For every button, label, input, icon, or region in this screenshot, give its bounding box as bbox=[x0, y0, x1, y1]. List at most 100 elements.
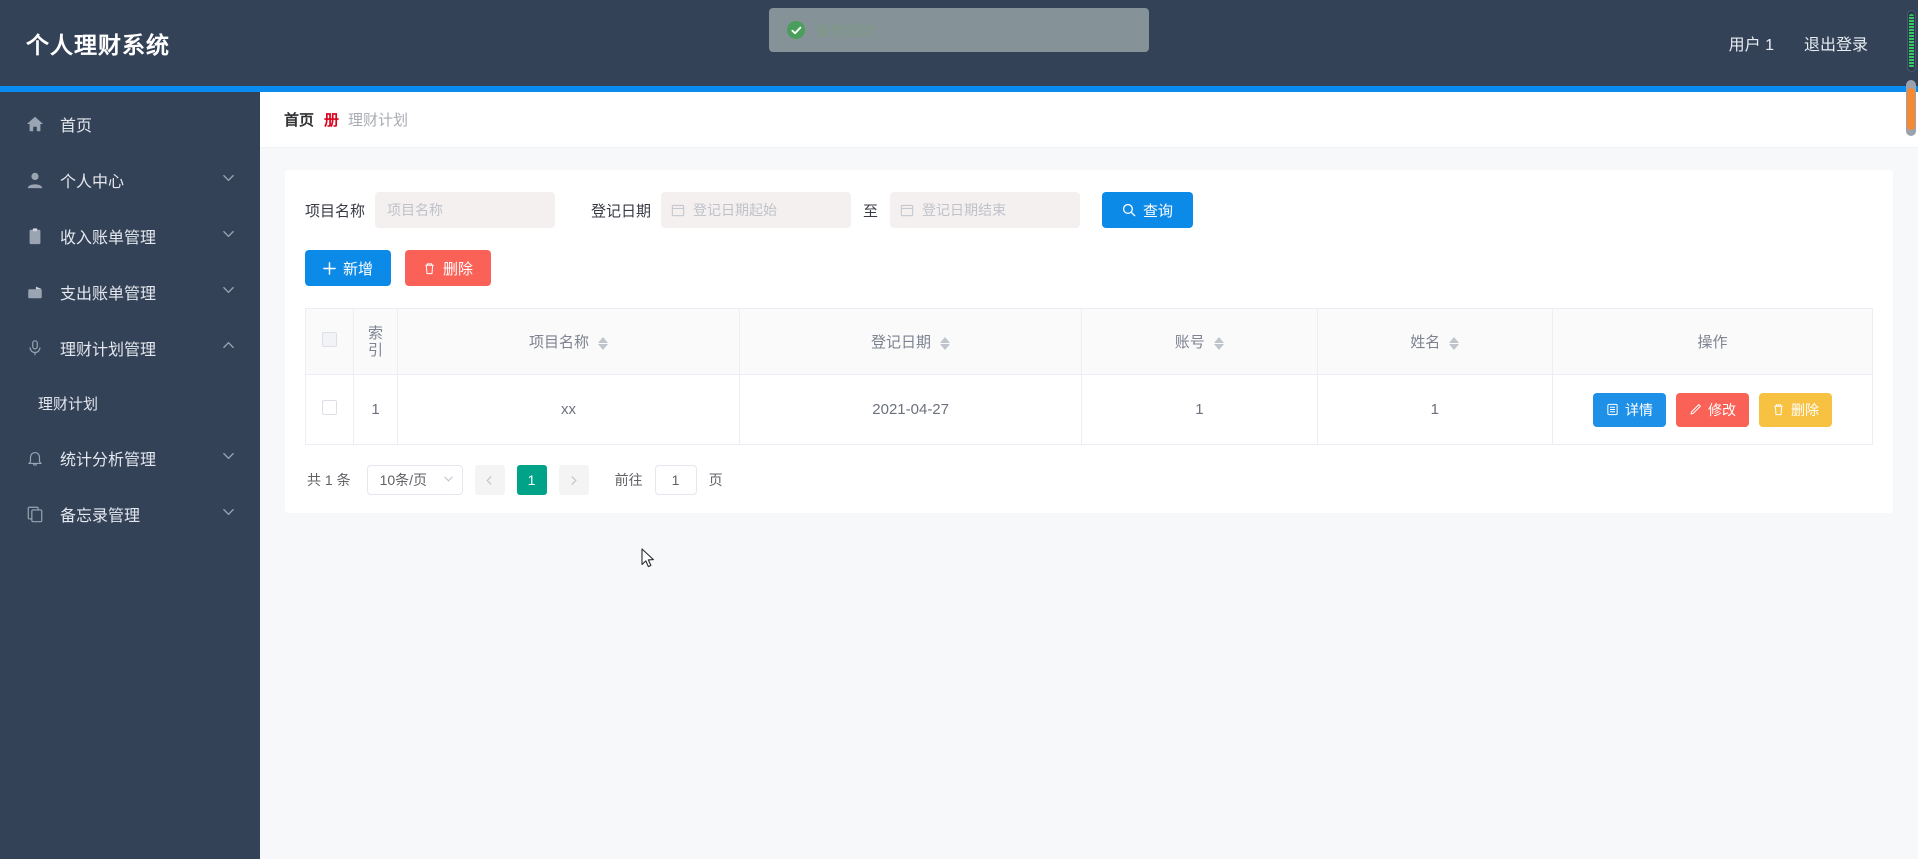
success-toast: 操作成功 bbox=[769, 8, 1149, 52]
breadcrumb-home[interactable]: 首页 bbox=[284, 109, 314, 130]
header-scrollbar-thumb[interactable] bbox=[1909, 14, 1914, 68]
pagination-total: 共 1 条 bbox=[307, 472, 351, 488]
add-button[interactable]: 新增 bbox=[305, 250, 392, 286]
table-header-index: 索引 bbox=[353, 308, 398, 375]
row-operations-cell: 详情 修改 删除 bbox=[1552, 374, 1873, 445]
trash-icon bbox=[423, 262, 436, 275]
project-name-input[interactable] bbox=[375, 192, 556, 228]
header-user-area: 用户 1 退出登录 bbox=[1729, 31, 1892, 55]
edit-button[interactable]: 修改 bbox=[1676, 392, 1749, 427]
batch-delete-button-label: 删除 bbox=[443, 260, 474, 278]
chevron-up-icon bbox=[222, 339, 236, 357]
delete-row-button[interactable]: 删除 bbox=[1759, 392, 1832, 427]
row-project-name: xx bbox=[397, 374, 741, 445]
pagination-jump-suffix: 页 bbox=[708, 472, 723, 488]
filter-bar: 项目名称 登记日期 登记日期起始 至 登记日期结束 查询 bbox=[305, 192, 1873, 228]
date-start-input[interactable]: 登记日期起始 bbox=[661, 192, 852, 228]
table-header-account-label: 账号 bbox=[1174, 334, 1205, 351]
sidebar-item-memo[interactable]: 备忘录管理 bbox=[0, 486, 260, 542]
chevron-down-icon bbox=[222, 171, 236, 189]
sidebar-item-statistics[interactable]: 统计分析管理 bbox=[0, 430, 260, 486]
bell-icon bbox=[24, 447, 46, 469]
sidebar-item-expense-bills[interactable]: 支出账单管理 bbox=[0, 264, 260, 320]
table-body: 1 xx 2021-04-27 1 1 详情 修改 删除 bbox=[305, 374, 1873, 445]
date-range-separator: 至 bbox=[863, 202, 879, 220]
sidebar-item-income-bills[interactable]: 收入账单管理 bbox=[0, 208, 260, 264]
chevron-down-icon bbox=[443, 473, 454, 487]
chevron-left-icon bbox=[484, 475, 495, 486]
sort-arrows-icon[interactable] bbox=[1449, 336, 1460, 350]
calendar-icon bbox=[671, 203, 685, 217]
row-register-date: 2021-04-27 bbox=[739, 374, 1083, 445]
table-header-register-date[interactable]: 登记日期 bbox=[739, 308, 1083, 375]
chevron-right-icon bbox=[568, 475, 579, 486]
row-account: 1 bbox=[1081, 374, 1318, 445]
add-button-label: 新增 bbox=[343, 260, 374, 278]
sidebar-subitem-finance-plan[interactable]: 理财计划 bbox=[0, 376, 260, 430]
table-row: 1 xx 2021-04-27 1 1 详情 修改 删除 bbox=[305, 374, 1873, 445]
content-panel: 项目名称 登记日期 登记日期起始 至 登记日期结束 查询 bbox=[285, 170, 1893, 513]
current-user-label[interactable]: 用户 1 bbox=[1729, 31, 1774, 55]
sidebar-item-label: 统计分析管理 bbox=[60, 452, 157, 469]
date-start-placeholder: 登记日期起始 bbox=[693, 202, 778, 218]
sidebar-item-finance-plan-management[interactable]: 理财计划管理 bbox=[0, 320, 260, 376]
page-size-select[interactable]: 10条/页 bbox=[366, 465, 463, 495]
table-header-name[interactable]: 姓名 bbox=[1317, 308, 1554, 375]
delete-row-button-label: 删除 bbox=[1791, 401, 1819, 418]
copy-icon bbox=[24, 503, 46, 525]
app-title: 个人理财系统 bbox=[26, 32, 170, 58]
breadcrumb: 首页 册 理财计划 bbox=[260, 92, 1918, 148]
select-all-checkbox[interactable] bbox=[322, 332, 337, 347]
sidebar-item-home[interactable]: 首页 bbox=[0, 96, 260, 152]
search-button[interactable]: 查询 bbox=[1102, 192, 1194, 228]
chevron-down-icon bbox=[222, 505, 236, 523]
search-icon bbox=[1122, 203, 1136, 217]
edit-button-label: 修改 bbox=[1708, 401, 1736, 418]
row-index: 1 bbox=[353, 374, 398, 445]
sort-arrows-icon[interactable] bbox=[1213, 336, 1224, 350]
sidebar-nav: 首页 个人中心 收入账单管理 支出账单管理 理财计划管理 理财计划 统计分析管理… bbox=[0, 86, 260, 859]
table-header-select-all bbox=[305, 308, 354, 375]
table-header-account[interactable]: 账号 bbox=[1081, 308, 1318, 375]
batch-delete-button[interactable]: 删除 bbox=[405, 250, 492, 286]
table-header-register-date-label: 登记日期 bbox=[871, 334, 932, 351]
detail-button-label: 详情 bbox=[1625, 401, 1653, 418]
sidebar-item-label: 首页 bbox=[60, 118, 93, 135]
row-operations: 详情 修改 删除 bbox=[1561, 392, 1864, 427]
sidebar-item-label: 备忘录管理 bbox=[60, 508, 141, 525]
table-header-row: 索引 项目名称 登记日期 账号 姓名 操作 bbox=[305, 308, 1873, 375]
table-head: 索引 项目名称 登记日期 账号 姓名 操作 bbox=[305, 308, 1873, 375]
date-end-input[interactable]: 登记日期结束 bbox=[890, 192, 1081, 228]
data-table: 索引 项目名称 登记日期 账号 姓名 操作 1 xx 2021-04-27 1 … bbox=[305, 308, 1873, 445]
sidebar-item-personal-center[interactable]: 个人中心 bbox=[0, 152, 260, 208]
table-header-operations: 操作 bbox=[1552, 308, 1873, 375]
pagination-page-1[interactable]: 1 bbox=[516, 465, 547, 495]
sort-arrows-icon[interactable] bbox=[940, 336, 951, 350]
chevron-down-icon bbox=[222, 449, 236, 467]
pagination-prev-button[interactable] bbox=[474, 465, 505, 495]
calendar-icon bbox=[900, 203, 914, 217]
header-scrollbar-track[interactable] bbox=[1907, 10, 1916, 72]
page-scrollbar-thumb[interactable] bbox=[1907, 88, 1915, 130]
register-date-label: 登记日期 bbox=[591, 202, 652, 220]
search-button-label: 查询 bbox=[1143, 202, 1174, 220]
pagination-next-button[interactable] bbox=[558, 465, 589, 495]
row-select-cell bbox=[305, 374, 354, 445]
chevron-down-icon bbox=[222, 227, 236, 245]
project-name-label: 项目名称 bbox=[305, 202, 366, 220]
pagination-jump-input[interactable] bbox=[654, 465, 697, 495]
row-checkbox[interactable] bbox=[322, 400, 337, 415]
logout-button[interactable]: 退出登录 bbox=[1804, 31, 1868, 55]
sidebar-item-label: 个人中心 bbox=[60, 174, 125, 191]
sidebar-item-label: 理财计划管理 bbox=[60, 342, 157, 359]
trash-icon bbox=[1772, 403, 1785, 416]
sidebar-item-label: 支出账单管理 bbox=[60, 286, 157, 303]
chevron-down-icon bbox=[222, 283, 236, 301]
table-header-project-name[interactable]: 项目名称 bbox=[397, 308, 741, 375]
table-header-project-name-label: 项目名称 bbox=[528, 334, 589, 351]
sort-arrows-icon[interactable] bbox=[598, 336, 609, 350]
breadcrumb-current: 理财计划 bbox=[348, 112, 409, 129]
user-icon bbox=[24, 169, 46, 191]
main-content: 首页 册 理财计划 项目名称 登记日期 登记日期起始 至 登记日期结束 bbox=[260, 92, 1918, 859]
detail-button[interactable]: 详情 bbox=[1593, 392, 1666, 427]
